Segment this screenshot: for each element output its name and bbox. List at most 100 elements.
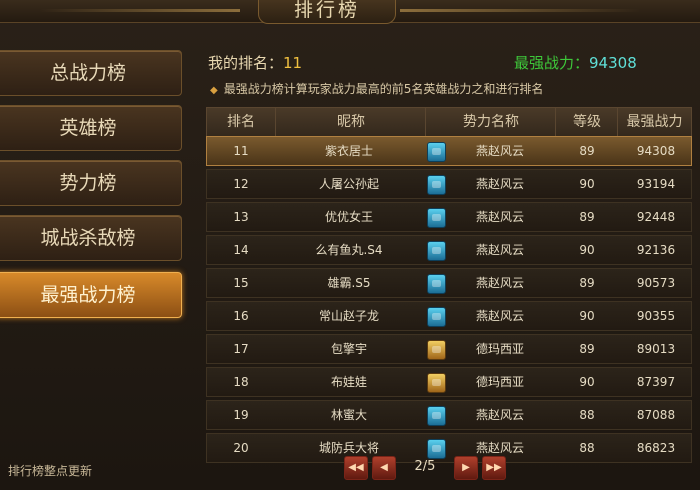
tab-city-war-kills[interactable]: 城战杀敌榜	[0, 215, 182, 261]
row-level: 89	[579, 210, 595, 224]
row-rank: 17	[233, 342, 249, 356]
title-ornament-right	[400, 9, 640, 12]
title-bar: 排行榜	[0, 0, 700, 24]
row-faction-icon-cell	[423, 302, 446, 330]
prev-page-button[interactable]: ◀	[372, 456, 396, 480]
table-row[interactable]: 17 包擎宇 德玛西亚 89 89013	[206, 334, 692, 364]
table-row[interactable]: 15 雄霸.S5 燕赵风云 89 90573	[206, 268, 692, 298]
last-page-button[interactable]: ▶▶	[482, 456, 506, 480]
row-power: 87397	[636, 375, 676, 389]
header-power: 最强战力	[617, 108, 691, 136]
row-faction-icon-cell	[423, 269, 446, 297]
blue-faction-icon	[427, 208, 446, 228]
description-text: 最强战力榜计算玩家战力最高的前5名英雄战力之和进行排名	[223, 82, 544, 96]
row-faction: 燕赵风云	[475, 309, 524, 323]
my-rank-value: 11	[283, 54, 303, 72]
row-faction-icon-cell	[423, 137, 446, 165]
sidebar: 总战力榜 英雄榜 势力榜 城战杀敌榜 最强战力榜	[0, 42, 190, 490]
leaderboard-window: 排行榜 总战力榜 英雄榜 势力榜 城战杀敌榜 最强战力榜 排行榜整点更新 我的排…	[0, 0, 700, 490]
row-faction-icon-cell	[423, 335, 446, 363]
header-faction: 势力名称	[425, 108, 556, 136]
row-faction: 燕赵风云	[475, 177, 524, 191]
blue-faction-icon	[427, 175, 446, 195]
row-faction-icon-cell	[423, 236, 446, 264]
row-nickname: 布娃娃	[330, 375, 367, 389]
row-power: 92136	[636, 243, 676, 257]
row-level: 88	[579, 408, 595, 422]
row-nickname: 优优女王	[324, 210, 373, 224]
row-nickname: 林蜜大	[330, 408, 367, 422]
row-rank: 13	[233, 210, 249, 224]
table-row[interactable]: 19 林蜜大 燕赵风云 88 87088	[206, 400, 692, 430]
row-faction-icon-cell	[423, 203, 446, 231]
page-indicator: 2/5	[414, 459, 436, 474]
title-ornament-left	[40, 9, 240, 12]
row-nickname: 常山赵子龙	[318, 309, 379, 323]
tab-strongest-power[interactable]: 最强战力榜	[0, 272, 182, 318]
row-level: 89	[579, 342, 595, 356]
table-row[interactable]: 12 人屠公孙起 燕赵风云 90 93194	[206, 169, 692, 199]
row-power: 93194	[636, 177, 676, 191]
window-title: 排行榜	[258, 0, 396, 24]
row-faction: 燕赵风云	[475, 243, 524, 257]
pagination: ◀◀ ◀ 2/5 ▶ ▶▶	[344, 456, 506, 480]
row-nickname: 紫衣居士	[324, 144, 373, 158]
row-power: 89013	[636, 342, 676, 356]
row-rank: 15	[233, 276, 249, 290]
diamond-bullet-icon: ◆	[210, 85, 218, 96]
table-row[interactable]: 13 优优女王 燕赵风云 89 92448	[206, 202, 692, 232]
blue-faction-icon	[427, 307, 446, 327]
max-power-label: 最强战力：	[514, 54, 590, 72]
row-level: 88	[579, 441, 595, 455]
row-faction: 德玛西亚	[475, 342, 524, 356]
row-power: 94308	[636, 144, 676, 158]
blue-faction-icon	[427, 274, 446, 294]
row-nickname: 人屠公孙起	[318, 177, 379, 191]
row-faction-icon-cell	[423, 170, 446, 198]
tab-hero[interactable]: 英雄榜	[0, 105, 182, 151]
header-level: 等级	[555, 108, 618, 136]
row-faction: 德玛西亚	[475, 375, 524, 389]
row-level: 90	[579, 375, 595, 389]
row-level: 90	[579, 177, 595, 191]
next-page-button[interactable]: ▶	[454, 456, 478, 480]
row-faction: 燕赵风云	[475, 144, 524, 158]
row-faction: 燕赵风云	[475, 210, 524, 224]
row-level: 90	[579, 309, 595, 323]
blue-faction-icon	[427, 241, 446, 261]
update-note: 排行榜整点更新	[8, 464, 93, 478]
my-rank-label: 我的排名：	[208, 54, 284, 72]
header-nickname: 昵称	[275, 108, 426, 136]
row-faction-icon-cell	[423, 368, 446, 396]
row-power: 86823	[636, 441, 676, 455]
table-row[interactable]: 14 么有鱼丸.S4 燕赵风云 90 92136	[206, 235, 692, 265]
blue-faction-icon	[427, 406, 446, 426]
tab-faction[interactable]: 势力榜	[0, 160, 182, 206]
row-rank: 14	[233, 243, 249, 257]
row-rank: 20	[233, 441, 249, 455]
row-faction-icon-cell	[423, 401, 446, 429]
max-power-value: 94308	[589, 54, 637, 72]
ranking-rows: 11 紫衣居士 燕赵风云 89 94308 12 人屠公孙起 燕赵风云 90 93194 13 优优女…	[206, 136, 692, 466]
row-power: 90355	[636, 309, 676, 323]
row-rank: 16	[233, 309, 249, 323]
table-row[interactable]: 18 布娃娃 德玛西亚 90 87397	[206, 367, 692, 397]
row-rank: 12	[233, 177, 249, 191]
row-nickname: 么有鱼丸.S4	[315, 243, 383, 257]
first-page-button[interactable]: ◀◀	[344, 456, 368, 480]
blue-faction-icon	[427, 142, 446, 162]
table-row[interactable]: 16 常山赵子龙 燕赵风云 90 90355	[206, 301, 692, 331]
row-rank: 11	[233, 144, 249, 158]
ranking-panel: 我的排名：11 最强战力：94308 ◆ 最强战力榜计算玩家战力最高的前5名英雄战…	[196, 44, 700, 490]
gold-faction-icon	[427, 373, 446, 393]
row-level: 89	[579, 276, 595, 290]
row-level: 90	[579, 243, 595, 257]
row-nickname: 包擎宇	[330, 342, 367, 356]
tab-total-power[interactable]: 总战力榜	[0, 50, 182, 96]
row-rank: 19	[233, 408, 249, 422]
table-header: 排名 昵称 势力名称 等级 最强战力	[206, 107, 692, 137]
header-rank: 排名	[227, 114, 255, 130]
table-row[interactable]: 11 紫衣居士 燕赵风云 89 94308	[206, 136, 692, 166]
row-faction: 燕赵风云	[475, 276, 524, 290]
row-power: 90573	[636, 276, 676, 290]
